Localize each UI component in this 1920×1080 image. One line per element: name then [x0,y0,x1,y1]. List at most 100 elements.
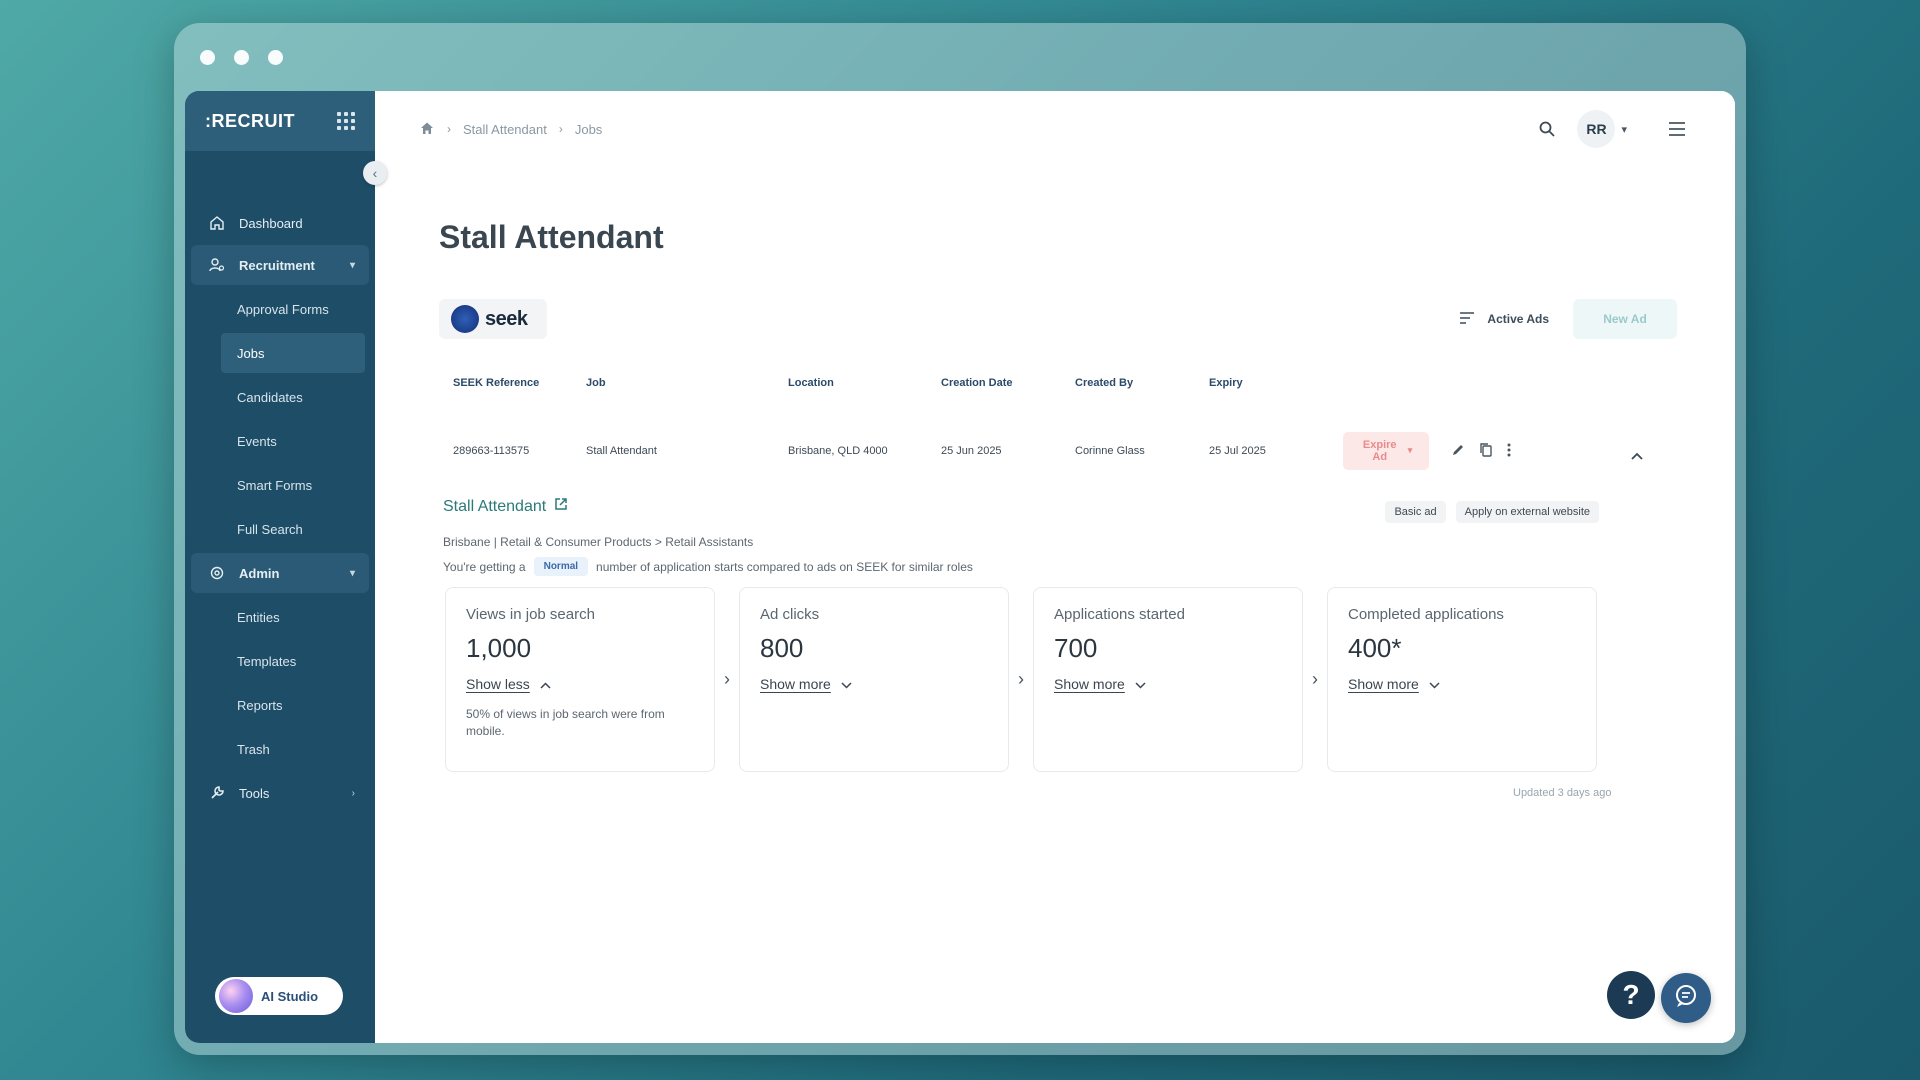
stat-value: 400* [1348,633,1402,663]
breadcrumb-separator-icon: › [447,122,451,136]
sidebar-item-events[interactable]: Events [221,421,365,461]
ads-actions: Active Ads New Ad [1459,299,1677,339]
seek-logo: seek [439,299,547,339]
show-more-toggle[interactable]: Show more [1348,676,1576,692]
ad-tags: Basic ad Apply on external website [1385,501,1599,523]
breadcrumb-item[interactable]: Jobs [575,122,602,137]
active-ads-label: Active Ads [1487,312,1549,326]
chevron-down-icon: ▾ [349,567,355,579]
ad-category: Brisbane | Retail & Consumer Products > … [443,535,754,549]
ad-title-link[interactable]: Stall Attendant [443,497,568,516]
home-icon[interactable] [419,120,435,139]
sidebar-item-dashboard[interactable]: Dashboard [191,203,369,243]
expiry-cell: 25 Jul 2025 [1209,445,1266,457]
window-maximize-dot[interactable] [268,50,283,65]
row-actions [1451,442,1511,461]
sidebar-header: :RECRUIT [185,91,375,151]
sidebar-item-smart-forms[interactable]: Smart Forms [221,465,365,505]
sidebar-item-candidates[interactable]: Candidates [221,377,365,417]
table-row[interactable]: 289663-113575 Stall Attendant Brisbane, … [453,431,1511,471]
sidebar-item-label: Dashboard [239,215,303,231]
chevron-up-icon[interactable] [1631,447,1643,465]
location-cell: Brisbane, QLD 4000 [788,445,888,457]
chevron-right-icon: › [1312,669,1318,689]
compare-prefix: You're getting a [443,559,526,574]
ai-studio-button[interactable]: AI Studio [215,977,343,1015]
avatar[interactable]: RR [1577,110,1616,148]
toggle-label: Show less [466,676,530,692]
stat-label: Completed applications [1348,606,1504,623]
menu-icon[interactable] [1661,113,1693,145]
stat-card-applications-started: Applications started 700 Show more [1033,587,1303,772]
sidebar-item-admin[interactable]: Admin ▾ [191,553,369,593]
chevron-left-icon: ‹ [372,165,378,181]
sidebar-item-approval-forms[interactable]: Approval Forms [221,289,365,329]
column-header: Job [586,377,606,389]
breadcrumb-item[interactable]: Stall Attendant [463,122,547,137]
seek-logo-mark-icon [451,305,479,333]
sidebar: :RECRUIT ‹ Dashboard Recruitment ▾ Appro… [185,91,387,1043]
expire-ad-button[interactable]: Expire Ad ▾ [1343,432,1429,470]
more-vertical-icon[interactable] [1507,443,1511,460]
show-more-toggle[interactable]: Show more [1054,676,1282,692]
sidebar-item-tools[interactable]: Tools › [191,773,369,813]
status-badge: Normal [533,557,589,576]
column-header: Expiry [1209,377,1243,389]
toggle-label: Show more [760,676,831,692]
column-header: SEEK Reference [453,377,540,389]
app-window: :RECRUIT ‹ Dashboard Recruitment ▾ Appro… [174,23,1746,1055]
chevron-right-icon: › [724,669,730,689]
compare-suffix: number of application starts compared to… [596,559,973,574]
apps-grid-icon[interactable] [337,112,355,130]
active-ads-filter[interactable]: Active Ads [1459,311,1549,327]
stat-card-ad-clicks: Ad clicks 800 Show more [739,587,1009,772]
stat-label: Views in job search [466,606,595,623]
chat-button[interactable] [1661,973,1711,1023]
user-search-icon [207,255,227,275]
ai-orb-icon [219,979,253,1013]
sidebar-item-full-search[interactable]: Full Search [221,509,365,549]
stat-card-views: Views in job search 1,000 Show less 50% … [445,587,715,772]
sidebar-item-recruitment[interactable]: Recruitment ▾ [191,245,369,285]
ads-table-header: SEEK Reference Job Location Creation Dat… [453,377,1343,389]
copy-icon[interactable] [1479,442,1493,461]
sidebar-collapse-button[interactable]: ‹ [363,161,387,185]
stat-value: 1,000 [466,633,532,663]
breadcrumb-separator-icon: › [558,122,563,136]
window-controls [200,50,283,65]
toggle-label: Show more [1348,676,1419,692]
app-logo[interactable]: :RECRUIT [205,111,295,132]
edit-pencil-icon[interactable] [1451,443,1465,460]
show-less-toggle[interactable]: Show less [466,676,694,692]
filter-icon [1459,311,1475,327]
created-by-cell: Corinne Glass [1075,445,1145,457]
new-ad-button[interactable]: New Ad [1573,299,1677,339]
external-link-icon [554,497,568,516]
home-icon [207,213,227,233]
sidebar-item-reports[interactable]: Reports [221,685,365,725]
top-bar-actions: RR ▾ [1531,110,1693,148]
updated-timestamp: Updated 3 days ago [1513,787,1612,799]
chevron-right-icon: › [1018,669,1024,689]
sidebar-item-jobs[interactable]: Jobs [221,333,365,373]
search-icon[interactable] [1531,113,1563,145]
seek-reference-cell: 289663-113575 [453,445,530,457]
show-more-toggle[interactable]: Show more [760,676,988,692]
window-close-dot[interactable] [200,50,215,65]
sidebar-item-trash[interactable]: Trash [221,729,365,769]
stat-card-completed-applications: Completed applications 400* Show more [1327,587,1597,772]
column-header: Location [788,377,834,389]
stat-label: Applications started [1054,606,1185,623]
help-button[interactable]: ? [1607,971,1655,1019]
chevron-down-icon: ▾ [349,259,355,271]
sidebar-item-entities[interactable]: Entities [221,597,365,637]
ad-performance-summary: You're getting a Normal number of applic… [443,557,973,576]
chevron-down-icon [1135,676,1146,692]
expire-ad-label: Expire Ad [1362,438,1397,463]
sidebar-item-templates[interactable]: Templates [221,641,365,681]
chevron-down-icon[interactable]: ▾ [1621,123,1627,136]
window-minimize-dot[interactable] [234,50,249,65]
apply-method-tag: Apply on external website [1455,501,1599,523]
recruitment-submenu: Approval Forms Jobs Candidates Events Sm… [185,289,375,549]
ad-type-tag: Basic ad [1385,501,1446,523]
